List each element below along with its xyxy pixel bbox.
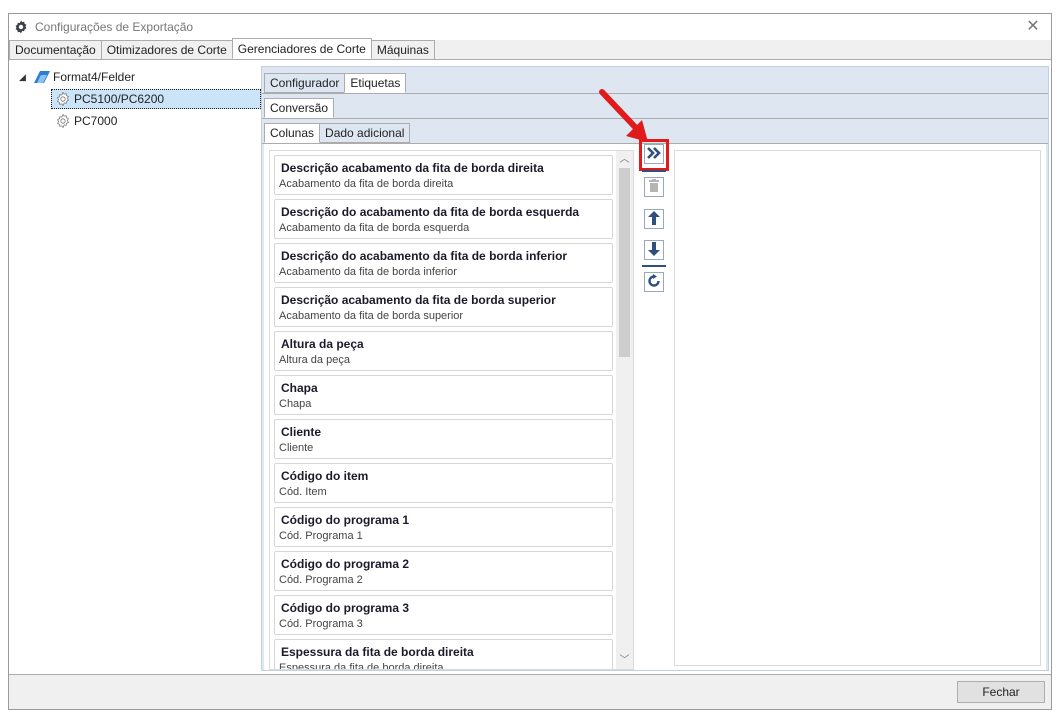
item-subtitle: Cód. Item: [279, 486, 327, 498]
close-icon[interactable]: ✕: [1023, 17, 1043, 37]
toolbar-separator: [642, 265, 666, 267]
refresh-icon: [647, 273, 661, 291]
scroll-up-icon[interactable]: ︿: [616, 151, 633, 168]
item-subtitle: Acabamento da fita de borda direita: [279, 178, 454, 190]
scroll-down-icon[interactable]: ﹀: [616, 652, 633, 669]
panel-tab-strip: Configurador Etiquetas: [264, 73, 407, 93]
tab-content: ◢ Format4/Felder PC5100/PC6200 PC7000 Co…: [9, 59, 1051, 674]
delete-button[interactable]: [644, 177, 664, 197]
item-title: Código do programa 3: [281, 601, 410, 615]
item-subtitle: Acabamento da fita de borda inferior: [279, 266, 457, 278]
item-title: Cliente: [281, 425, 322, 439]
item-subtitle: Cód. Programa 2: [279, 574, 363, 586]
settings-gear-icon: [13, 19, 29, 35]
title-bar: Configurações de Exportação ✕: [9, 14, 1051, 40]
toolbar-separator: [642, 170, 666, 172]
scrollbar-thumb[interactable]: [619, 168, 630, 357]
list-item[interactable]: Código do item Cód. Item: [274, 463, 613, 503]
settings-panel: Configurador Etiquetas Conversão Colunas…: [261, 66, 1049, 671]
item-title: Descrição acabamento da fita de borda di…: [281, 161, 544, 175]
add-all-button[interactable]: [644, 144, 664, 164]
window-title: Configurações de Exportação: [35, 20, 194, 34]
machine-tree: ◢ Format4/Felder PC5100/PC6200 PC7000: [13, 66, 265, 132]
close-button[interactable]: Fechar: [957, 681, 1045, 703]
list-item[interactable]: Descrição acabamento da fita de borda di…: [274, 155, 613, 195]
gear-icon: [54, 113, 72, 129]
footer-divider: [9, 674, 1051, 675]
item-subtitle: Espessura da fita de borda direita: [279, 662, 444, 670]
vertical-scrollbar[interactable]: ︿ ﹀: [616, 151, 633, 669]
divider: [262, 93, 1048, 94]
double-chevron-right-icon: [646, 146, 662, 163]
list-item[interactable]: Cliente Cliente: [274, 419, 613, 459]
tab-etiquetas[interactable]: Etiquetas: [344, 73, 407, 93]
gear-icon: [54, 91, 72, 107]
tree-node-format4[interactable]: ◢ Format4/Felder: [13, 66, 265, 88]
tab-conversao[interactable]: Conversão: [264, 98, 335, 118]
columns-editor: Descrição acabamento da fita de borda di…: [264, 139, 1046, 670]
item-subtitle: Acabamento da fita de borda esquerda: [279, 222, 470, 234]
list-item[interactable]: Altura da peça Altura da peça: [274, 331, 613, 371]
trash-icon: [648, 178, 660, 196]
tab-documentacao[interactable]: Documentação: [9, 40, 102, 60]
list-item[interactable]: Código do programa 2 Cód. Programa 2: [274, 551, 613, 591]
columns-list: Descrição acabamento da fita de borda di…: [270, 151, 617, 670]
format4-logo-icon: [33, 69, 51, 85]
tab-configurador[interactable]: Configurador: [264, 73, 346, 93]
list-item[interactable]: Código do programa 1 Cód. Programa 1: [274, 507, 613, 547]
item-title: Altura da peça: [281, 337, 364, 351]
collapse-triangle-icon[interactable]: ◢: [19, 72, 33, 83]
export-settings-window: Configurações de Exportação ✕ Documentaç…: [8, 13, 1052, 710]
list-item[interactable]: Chapa Chapa: [274, 375, 613, 415]
item-title: Código do programa 1: [281, 513, 410, 527]
list-item[interactable]: Descrição acabamento da fita de borda su…: [274, 287, 613, 327]
move-down-button[interactable]: [644, 240, 664, 260]
item-subtitle: Cliente: [279, 442, 314, 454]
item-subtitle: Chapa: [279, 398, 312, 410]
main-tab-strip: Documentação Otimizadores de Corte Geren…: [9, 38, 435, 60]
divider: [262, 118, 1048, 119]
item-subtitle: Cód. Programa 1: [279, 530, 363, 542]
tree-node-label: Format4/Felder: [53, 70, 136, 84]
item-title: Espessura da fita de borda direita: [281, 645, 474, 659]
arrow-down-icon: [648, 241, 660, 259]
column-tab-strip: Colunas Dado adicional: [264, 123, 411, 143]
tab-maquinas[interactable]: Máquinas: [370, 40, 435, 60]
arrow-up-icon: [648, 210, 660, 228]
item-title: Descrição do acabamento da fita de borda…: [281, 205, 580, 219]
conversion-tab-strip: Conversão: [264, 98, 335, 118]
item-subtitle: Altura da peça: [279, 354, 350, 366]
selected-columns-list[interactable]: [674, 150, 1041, 666]
list-item[interactable]: Descrição do acabamento da fita de borda…: [274, 199, 613, 239]
tab-otimizadores-de-corte[interactable]: Otimizadores de Corte: [100, 40, 233, 60]
item-title: Chapa: [281, 381, 318, 395]
tab-gerenciadores-de-corte[interactable]: Gerenciadores de Corte: [231, 38, 372, 59]
item-title: Código do item: [281, 469, 369, 483]
tree-node-label: PC5100/PC6200: [74, 92, 165, 106]
item-title: Código do programa 2: [281, 557, 410, 571]
tree-node-pc5100[interactable]: PC5100/PC6200: [13, 88, 265, 110]
list-item[interactable]: Código do programa 3 Cód. Programa 3: [274, 595, 613, 635]
tab-colunas[interactable]: Colunas: [264, 123, 321, 143]
tree-node-label: PC7000: [74, 114, 118, 128]
item-title: Descrição do acabamento da fita de borda…: [281, 249, 568, 263]
item-title: Descrição acabamento da fita de borda su…: [281, 293, 556, 307]
item-subtitle: Acabamento da fita de borda superior: [279, 310, 464, 322]
list-item[interactable]: Descrição do acabamento da fita de borda…: [274, 243, 613, 283]
reset-button[interactable]: [644, 272, 664, 292]
list-item[interactable]: Espessura da fita de borda direita Espess…: [274, 639, 613, 670]
tab-dado-adicional[interactable]: Dado adicional: [319, 123, 411, 143]
move-up-button[interactable]: [644, 209, 664, 229]
available-columns-list[interactable]: Descrição acabamento da fita de borda di…: [269, 150, 634, 670]
item-subtitle: Cód. Programa 3: [279, 618, 363, 630]
tree-node-pc7000[interactable]: PC7000: [13, 110, 265, 132]
